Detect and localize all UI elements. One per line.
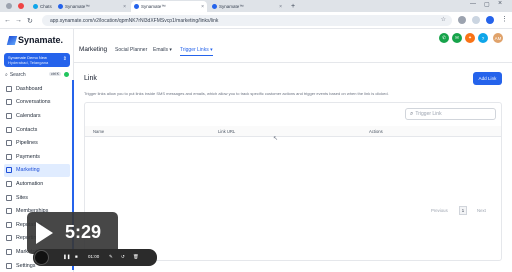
- camera-toggle-icon[interactable]: [34, 250, 49, 265]
- search-icon: ⌕: [5, 72, 8, 78]
- add-link-button[interactable]: Add Link: [473, 72, 502, 85]
- star-icon: [6, 221, 12, 228]
- reload-icon[interactable]: ↻: [27, 17, 33, 25]
- sidebar-search[interactable]: ⌕ Search ctrl K: [3, 71, 71, 79]
- tab-chats[interactable]: Chats: [30, 1, 52, 12]
- nav-emails[interactable]: Emails ▾: [153, 47, 172, 53]
- sidebar-item-pipelines[interactable]: Pipelines: [4, 136, 70, 150]
- nav-trigger-links[interactable]: Trigger Links ▾: [180, 47, 213, 56]
- sidebar-item-dashboard[interactable]: Dashboard: [4, 82, 70, 96]
- quick-action-icon[interactable]: [64, 72, 69, 77]
- megaphone-icon[interactable]: ✦: [465, 33, 475, 43]
- browser-tab-bar: Chats Synamate™ × Synamate™ × Synamate™ …: [0, 0, 512, 12]
- record-icon[interactable]: [18, 3, 24, 9]
- synamate-favicon-icon: [134, 4, 139, 9]
- memberships-icon: [6, 208, 12, 215]
- tab-synamate-3[interactable]: Synamate™ ×: [209, 1, 285, 12]
- close-window-icon[interactable]: ×: [498, 0, 502, 7]
- mouse-cursor-icon: ↖: [273, 136, 279, 142]
- browser-menu-icon[interactable]: ⋮: [501, 15, 508, 23]
- links-table-card: ⌕ Trigger Link Name Link URL Actions Pre…: [84, 102, 502, 261]
- delete-icon[interactable]: 🗑: [133, 254, 139, 260]
- app-header: Marketing Social Planner Emails ▾ Trigge…: [74, 29, 512, 63]
- reporting-icon: [6, 235, 12, 242]
- avatar[interactable]: AM: [493, 33, 503, 43]
- payments-icon: [6, 153, 12, 160]
- sidebar-item-automation[interactable]: Automation: [4, 177, 70, 191]
- play-icon: [36, 222, 53, 244]
- stop-icon[interactable]: ■: [75, 254, 78, 259]
- forward-icon[interactable]: →: [15, 17, 22, 24]
- video-play-overlay[interactable]: 5:29: [27, 212, 118, 254]
- table-header: Name Link URL Actions: [85, 126, 501, 137]
- sidebar-item-calendars[interactable]: Calendars: [4, 109, 70, 123]
- close-tab-icon[interactable]: ×: [201, 4, 204, 10]
- minimize-icon[interactable]: —: [470, 1, 476, 7]
- draw-icon[interactable]: ✎: [109, 254, 113, 260]
- close-tab-icon[interactable]: ×: [279, 4, 282, 10]
- new-tab-icon[interactable]: +: [288, 1, 296, 12]
- synamate-favicon-icon: [212, 4, 217, 9]
- marketplace-icon: [6, 248, 12, 255]
- search-icon: ⌕: [410, 110, 414, 117]
- synamate-favicon-icon: [58, 4, 63, 9]
- back-icon[interactable]: ←: [4, 17, 11, 24]
- video-controls: ❚❚ ■ 01:00 ✎ ↺ 🗑: [33, 249, 157, 266]
- help-icon[interactable]: ?: [478, 33, 488, 43]
- maximize-icon[interactable]: ▢: [484, 1, 490, 8]
- column-link-url: Link URL: [218, 129, 236, 134]
- controls-time: 01:00: [88, 254, 100, 259]
- calendar-icon: [6, 112, 12, 119]
- column-actions: Actions: [369, 129, 383, 134]
- synamate-logo-icon: [6, 35, 18, 45]
- trigger-link-search-input[interactable]: ⌕ Trigger Link: [405, 108, 496, 120]
- chats-favicon-icon: [33, 4, 38, 9]
- page-description: Trigger links allow you to put links ins…: [84, 91, 389, 96]
- page-title: Link: [84, 75, 97, 82]
- phone-icon[interactable]: ✆: [439, 33, 449, 43]
- brand-logo[interactable]: Synamate.: [6, 35, 63, 45]
- pause-icon[interactable]: ❚❚: [63, 254, 71, 260]
- pipeline-icon: [6, 140, 12, 147]
- sidebar-item-marketing[interactable]: Marketing: [4, 163, 70, 178]
- extensions-icon[interactable]: [458, 16, 466, 24]
- gear-icon: [6, 262, 12, 269]
- video-duration: 5:29: [65, 222, 102, 242]
- section-title: Marketing: [79, 46, 108, 53]
- restart-icon[interactable]: ↺: [121, 254, 125, 260]
- contacts-icon: [6, 126, 12, 133]
- shortcut-badge: ctrl K: [49, 72, 61, 76]
- sidebar-item-payments[interactable]: Payments: [4, 150, 70, 164]
- pagination-page[interactable]: 1: [459, 206, 467, 215]
- tab-synamate-2[interactable]: Synamate™ ×: [131, 1, 207, 12]
- pagination-previous[interactable]: Previous: [431, 206, 448, 215]
- window-control-icon[interactable]: [6, 3, 12, 9]
- sidebar-item-conversations[interactable]: Conversations: [4, 96, 70, 110]
- pagination-next[interactable]: Next: [477, 206, 486, 215]
- account-switcher[interactable]: Synamate Demo New Hyderabad, Telangana ⇕: [4, 53, 70, 67]
- sites-icon: [6, 194, 12, 201]
- automation-icon: [6, 180, 12, 187]
- profile-icon[interactable]: [486, 16, 494, 24]
- column-name: Name: [93, 129, 105, 134]
- sidebar-item-contacts[interactable]: Contacts: [4, 123, 70, 137]
- browser-address-bar: ← → ↻ app.synamate.com/v2/location/qpmNK…: [0, 12, 512, 29]
- chat-icon: [6, 99, 12, 106]
- dashboard-icon: [6, 85, 12, 92]
- chat-bubble-icon[interactable]: ✉: [452, 33, 462, 43]
- bookmark-star-icon[interactable]: ☆: [441, 16, 446, 23]
- nav-social-planner[interactable]: Social Planner: [115, 47, 147, 53]
- sidebar-toggle-icon[interactable]: [472, 16, 480, 24]
- sidebar-item-sites[interactable]: Sites: [4, 191, 70, 205]
- tab-synamate-1[interactable]: Synamate™ ×: [55, 1, 129, 12]
- chevron-updown-icon: ⇕: [62, 56, 67, 62]
- close-tab-icon[interactable]: ×: [123, 4, 126, 10]
- url-field[interactable]: app.synamate.com/v2/location/qpmNK7rNl3d…: [42, 15, 452, 26]
- marketing-icon: [6, 167, 12, 174]
